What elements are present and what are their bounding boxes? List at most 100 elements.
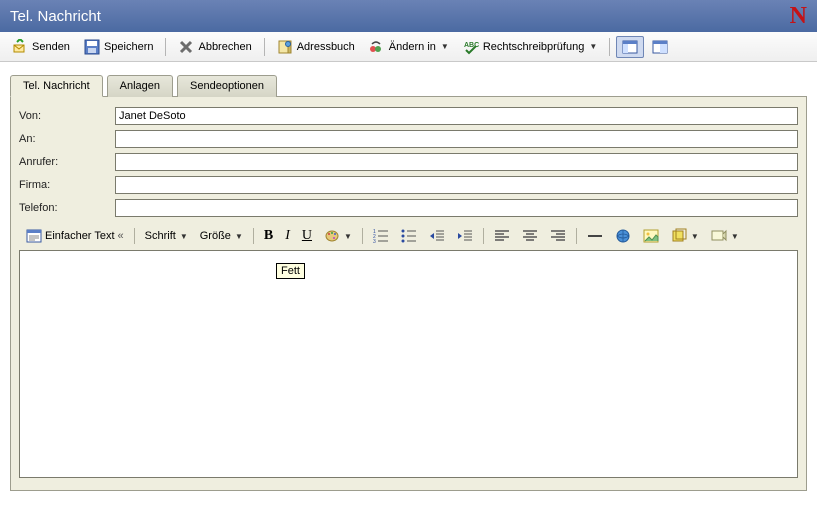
separator — [253, 228, 254, 244]
tab-attachments[interactable]: Anlagen — [107, 75, 173, 97]
from-label: Von: — [19, 110, 115, 122]
cancel-button[interactable]: Abbrechen — [172, 36, 257, 58]
unordered-list-button[interactable] — [396, 225, 422, 247]
caller-label: Anrufer: — [19, 156, 115, 168]
dropdown-arrow-icon: ▼ — [731, 232, 739, 241]
outdent-icon — [429, 228, 445, 244]
row-phone: Telefon: — [19, 199, 798, 217]
align-center-button[interactable] — [517, 225, 543, 247]
dropdown-arrow-icon: ▼ — [691, 232, 699, 241]
outdent-button[interactable] — [424, 225, 450, 247]
changein-label: Ändern in — [389, 41, 436, 53]
spellcheck-button[interactable]: ABC Rechtschreibprüfung ▼ — [457, 36, 603, 58]
row-company: Firma: — [19, 176, 798, 194]
symbol-button[interactable]: ▼ — [706, 225, 744, 247]
separator — [264, 38, 265, 56]
phone-input[interactable] — [115, 199, 798, 217]
unordered-list-icon — [401, 228, 417, 244]
save-button[interactable]: Speichern — [78, 36, 160, 58]
separator — [134, 228, 135, 244]
send-icon — [12, 39, 28, 55]
ordered-list-button[interactable]: 123 — [368, 225, 394, 247]
bold-icon: B — [264, 228, 273, 244]
tab-sendoptions[interactable]: Sendeoptionen — [177, 75, 277, 97]
align-left-button[interactable] — [489, 225, 515, 247]
dropdown-arrow-icon: ▼ — [344, 232, 352, 241]
hr-icon — [587, 228, 603, 244]
spellcheck-icon: ABC — [463, 39, 479, 55]
background-color-icon — [671, 228, 687, 244]
send-button[interactable]: Senden — [6, 36, 76, 58]
font-color-button[interactable]: ▼ — [319, 225, 357, 247]
separator — [483, 228, 484, 244]
underline-icon: U — [302, 228, 312, 244]
save-icon — [84, 39, 100, 55]
row-from: Von: — [19, 107, 798, 125]
size-button[interactable]: Größe ▼ — [195, 227, 248, 245]
changein-icon — [369, 39, 385, 55]
image-icon — [643, 228, 659, 244]
separator — [609, 38, 610, 56]
send-label: Senden — [32, 41, 70, 53]
font-color-icon — [324, 228, 340, 244]
save-label: Speichern — [104, 41, 154, 53]
size-label: Größe — [200, 230, 231, 242]
view-split-icon — [652, 39, 668, 55]
to-input[interactable] — [115, 130, 798, 148]
page-content: Tel. Nachricht Anlagen Sendeoptionen Von… — [0, 62, 817, 491]
dropdown-arrow-icon: ▼ — [180, 232, 188, 241]
window-title: Tel. Nachricht — [10, 8, 101, 25]
view-mode-1-button[interactable] — [616, 36, 644, 58]
text-mode-label: Einfacher Text — [45, 230, 115, 242]
editor-toolbar: Einfacher Text « Schrift ▼ Größe ▼ B I U… — [19, 222, 798, 250]
align-left-icon — [494, 228, 510, 244]
svg-text:ABC: ABC — [464, 42, 479, 49]
to-label: An: — [19, 133, 115, 145]
italic-button[interactable]: I — [280, 225, 295, 247]
symbol-icon — [711, 228, 727, 244]
company-input[interactable] — [115, 176, 798, 194]
background-color-button[interactable]: ▼ — [666, 225, 704, 247]
align-right-icon — [550, 228, 566, 244]
image-button[interactable] — [638, 225, 664, 247]
text-mode-icon — [26, 228, 42, 244]
link-button[interactable] — [610, 225, 636, 247]
font-button[interactable]: Schrift ▼ — [140, 227, 193, 245]
tabs: Tel. Nachricht Anlagen Sendeoptionen — [10, 74, 807, 96]
italic-icon: I — [285, 228, 290, 244]
align-right-button[interactable] — [545, 225, 571, 247]
ordered-list-icon: 123 — [373, 228, 389, 244]
svg-text:3: 3 — [373, 239, 376, 244]
hr-button[interactable] — [582, 225, 608, 247]
chevrons-left-icon: « — [118, 230, 124, 242]
dropdown-arrow-icon: ▼ — [235, 232, 243, 241]
separator — [165, 38, 166, 56]
view-panel-icon — [622, 39, 638, 55]
font-label: Schrift — [145, 230, 176, 242]
cancel-icon — [178, 39, 194, 55]
main-toolbar: Senden Speichern Abbrechen Adressbuch Än… — [0, 32, 817, 62]
changein-button[interactable]: Ändern in ▼ — [363, 36, 455, 58]
from-input[interactable] — [115, 107, 798, 125]
align-center-icon — [522, 228, 538, 244]
phone-label: Telefon: — [19, 202, 115, 214]
indent-button[interactable] — [452, 225, 478, 247]
bold-button[interactable]: B — [259, 225, 278, 247]
dropdown-arrow-icon: ▼ — [589, 42, 597, 51]
indent-icon — [457, 228, 473, 244]
dropdown-arrow-icon: ▼ — [441, 42, 449, 51]
titlebar: Tel. Nachricht N — [0, 0, 817, 32]
company-label: Firma: — [19, 179, 115, 191]
message-body[interactable]: Fett — [19, 250, 798, 478]
addressbook-button[interactable]: Adressbuch — [271, 36, 361, 58]
caller-input[interactable] — [115, 153, 798, 171]
link-icon — [615, 228, 631, 244]
spellcheck-label: Rechtschreibprüfung — [483, 41, 585, 53]
separator — [576, 228, 577, 244]
text-mode-button[interactable]: Einfacher Text « — [21, 225, 129, 247]
tab-message[interactable]: Tel. Nachricht — [10, 75, 103, 97]
view-mode-2-button[interactable] — [646, 36, 674, 58]
row-to: An: — [19, 130, 798, 148]
bold-tooltip: Fett — [276, 263, 305, 279]
underline-button[interactable]: U — [297, 225, 317, 247]
